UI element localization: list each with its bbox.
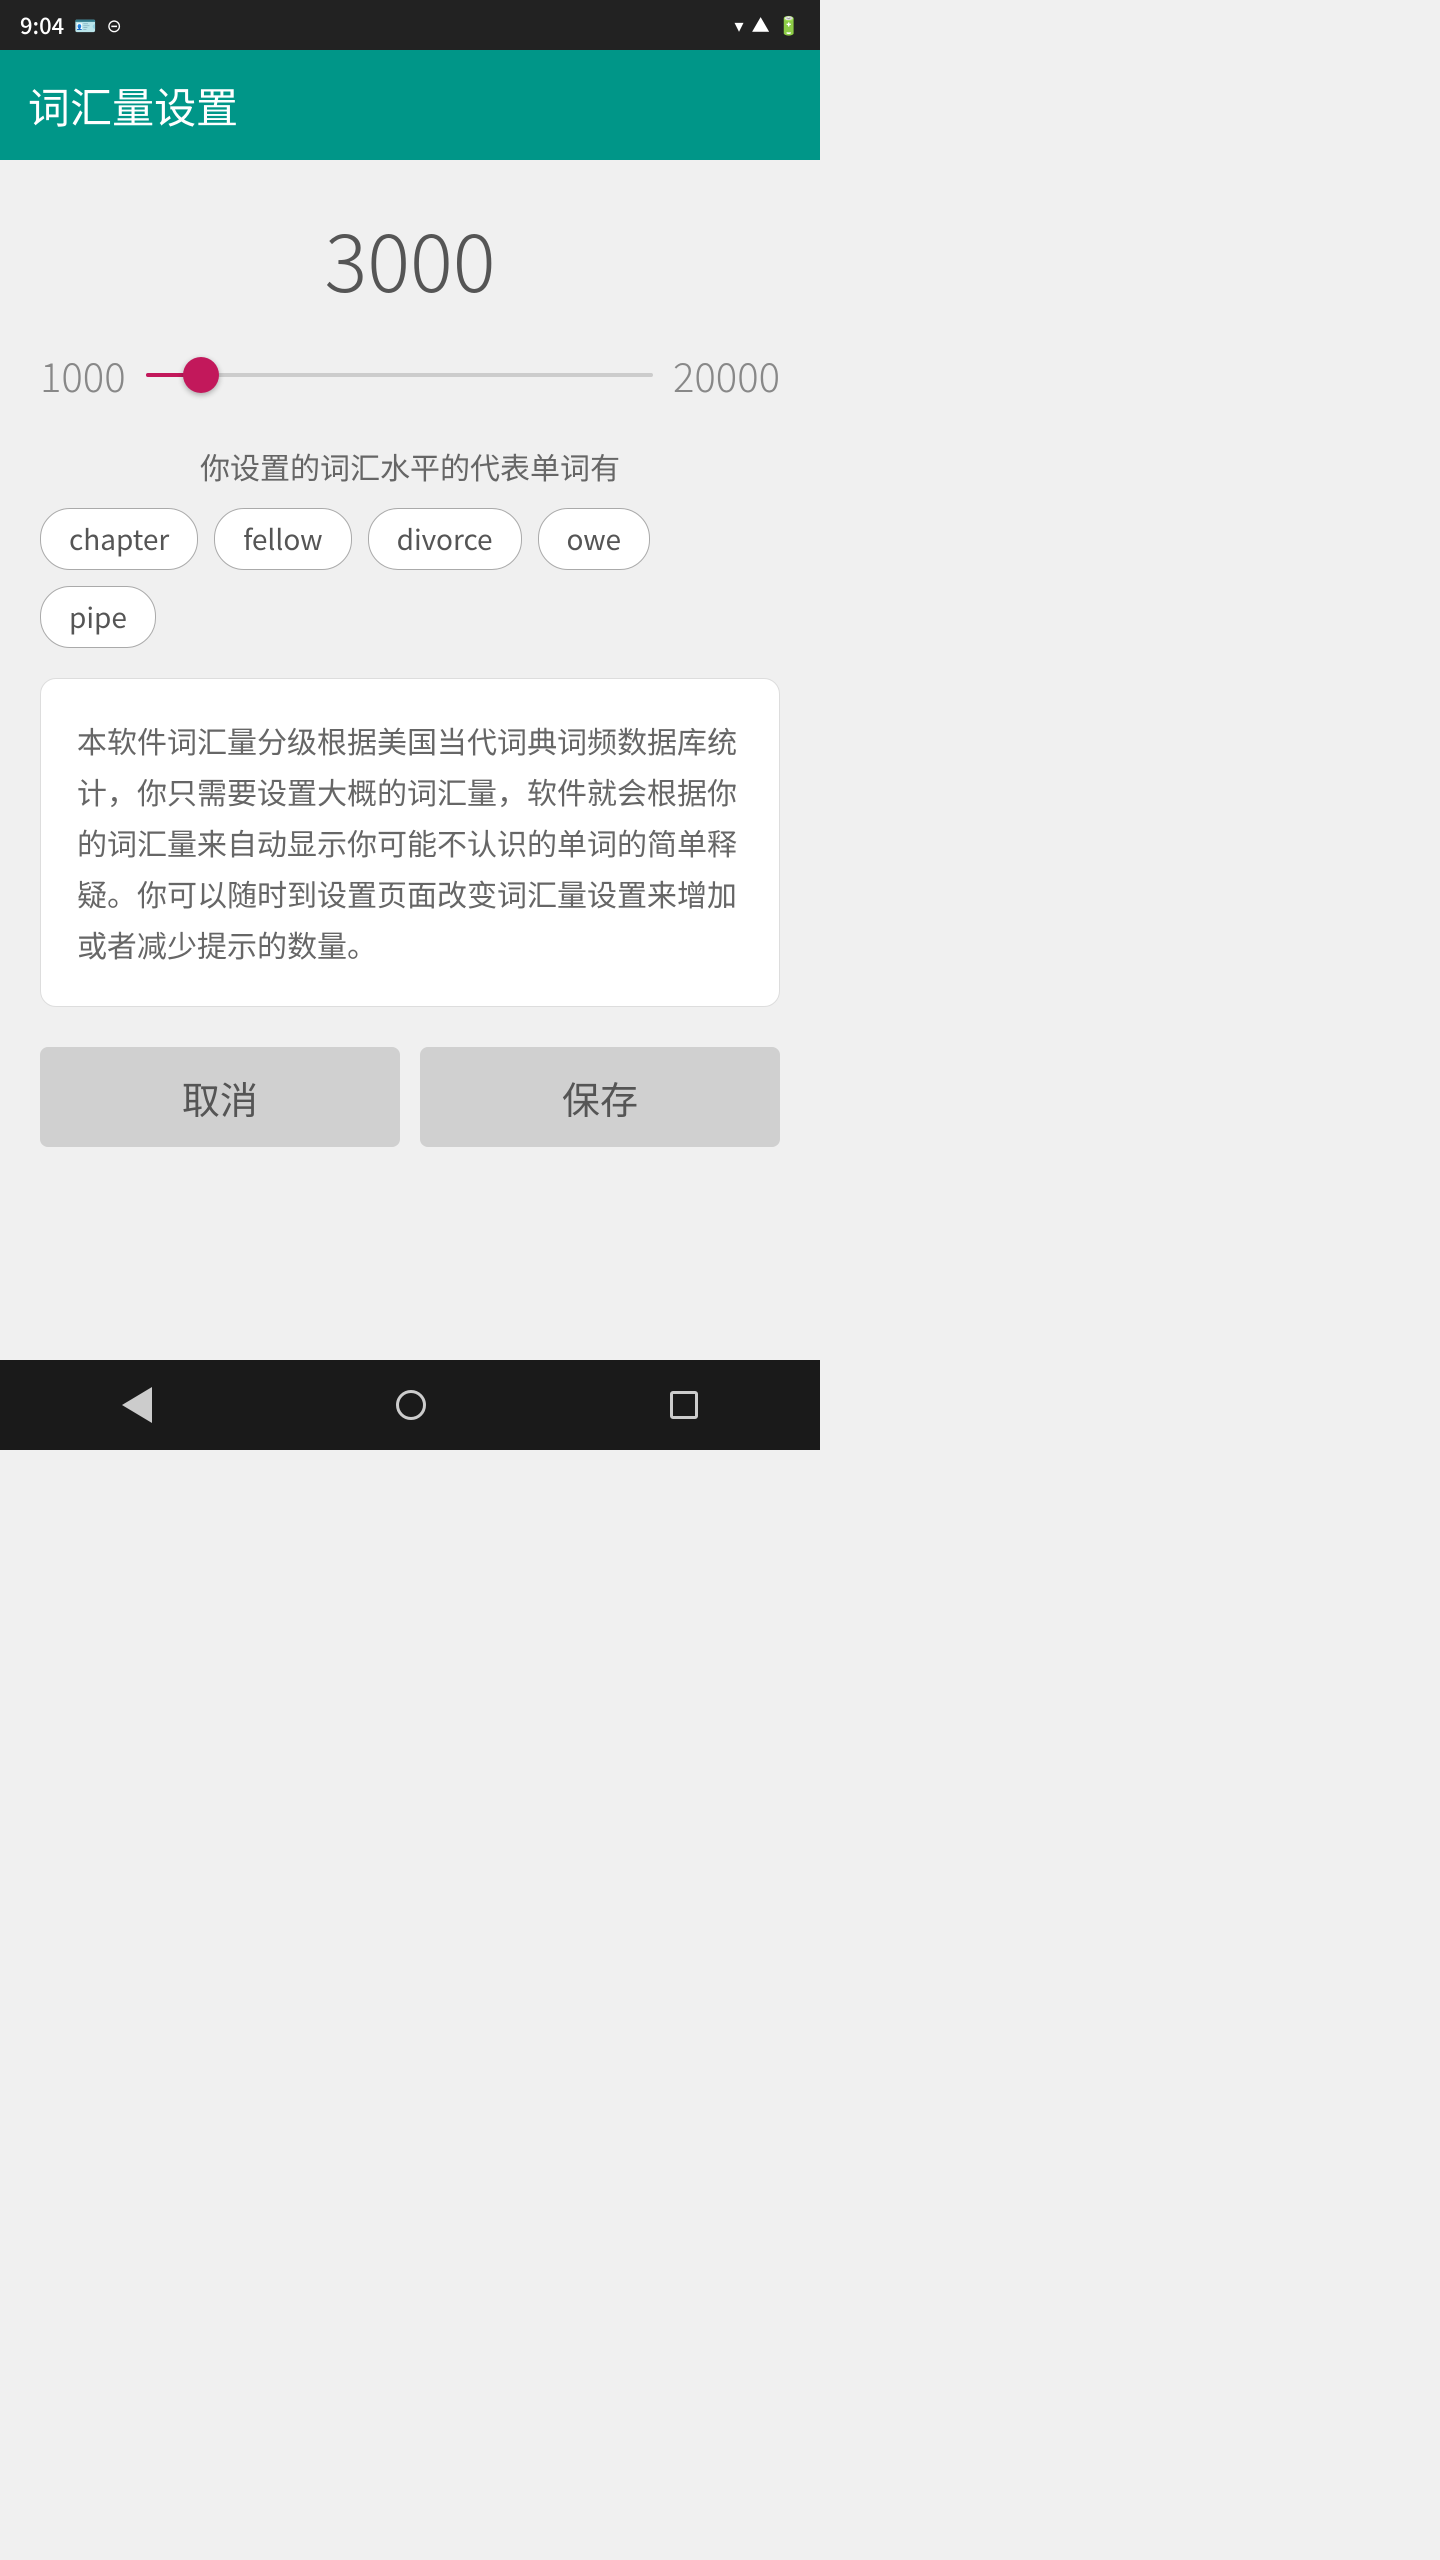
status-bar-right: ▾ ▲ 🔋 xyxy=(735,12,800,38)
word-chip-chapter: chapter xyxy=(40,508,198,570)
info-box: 本软件词汇量分级根据美国当代词典词频数据库统计，你只需要设置大概的词汇量，软件就… xyxy=(40,678,780,1007)
slider-container[interactable] xyxy=(146,355,653,395)
back-icon xyxy=(122,1387,152,1423)
recents-icon xyxy=(670,1391,698,1419)
app-bar: 词汇量设置 xyxy=(0,50,820,160)
slider-value-display: 3000 xyxy=(324,200,495,316)
recents-button[interactable] xyxy=(640,1381,728,1429)
status-bar: 9:04 🪪 ⊝ ▾ ▲ 🔋 xyxy=(0,0,820,50)
signal-icon: ▲ xyxy=(752,12,770,38)
buttons-row: 取消 保存 xyxy=(40,1047,780,1147)
sim-card-icon: 🪪 xyxy=(74,12,96,38)
status-bar-left: 9:04 🪪 ⊝ xyxy=(20,9,122,41)
home-button[interactable] xyxy=(366,1380,456,1430)
back-button[interactable] xyxy=(92,1377,182,1433)
bottom-nav xyxy=(0,1360,820,1450)
word-chip-fellow: fellow xyxy=(214,508,351,570)
main-content: 3000 1000 20000 你设置的词汇水平的代表单词有 chapter f… xyxy=(0,160,820,1360)
word-chip-pipe: pipe xyxy=(40,586,156,648)
info-box-text: 本软件词汇量分级根据美国当代词典词频数据库统计，你只需要设置大概的词汇量，软件就… xyxy=(77,715,743,970)
save-button[interactable]: 保存 xyxy=(420,1047,780,1147)
word-chips-container: chapter fellow divorce owe pipe xyxy=(40,508,780,648)
words-description-label: 你设置的词汇水平的代表单词有 xyxy=(200,444,620,488)
slider-min-label: 1000 xyxy=(40,346,126,404)
slider-max-label: 20000 xyxy=(673,346,780,404)
word-chip-divorce: divorce xyxy=(368,508,522,570)
word-chip-owe: owe xyxy=(538,508,651,570)
wifi-icon: ▾ xyxy=(735,12,744,38)
do-not-disturb-icon: ⊝ xyxy=(107,12,122,38)
time-display: 9:04 xyxy=(20,9,64,41)
battery-icon: 🔋 xyxy=(778,12,800,38)
page-title: 词汇量设置 xyxy=(28,75,238,136)
home-icon xyxy=(396,1390,426,1420)
cancel-button[interactable]: 取消 xyxy=(40,1047,400,1147)
slider-row: 1000 20000 xyxy=(40,346,780,404)
